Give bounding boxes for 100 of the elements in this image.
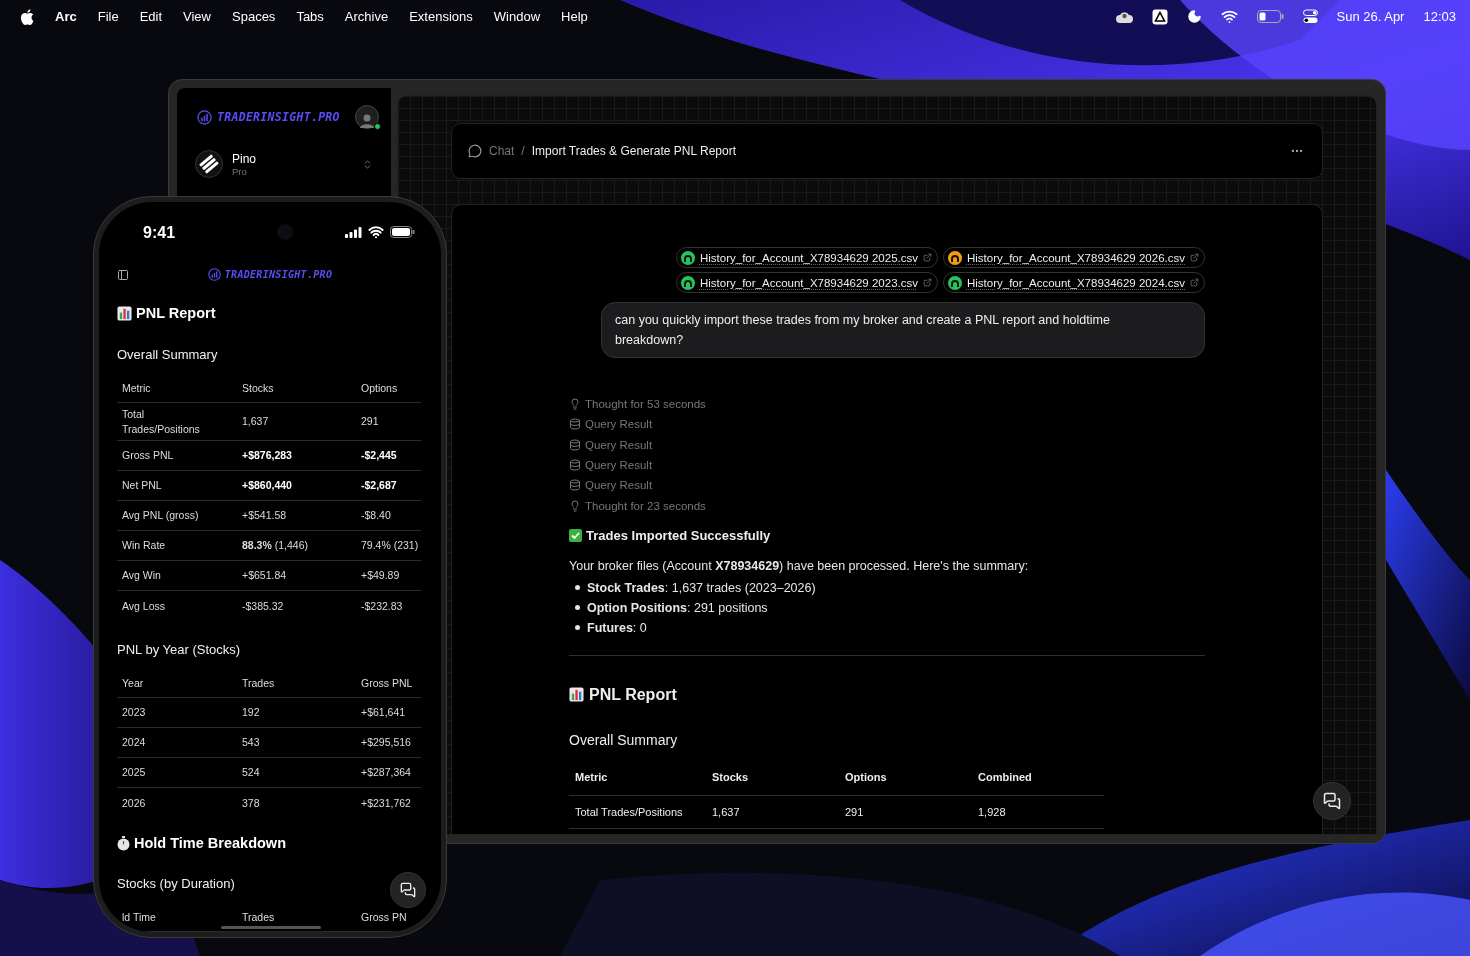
table-cell-text: Total Trades/Positions [574,805,684,818]
database-icon [569,418,581,431]
table-cell-text: 2024 [121,735,147,750]
table-cell-text: Net PNL [121,478,163,493]
file-name: History_for_Account_X78934629 2025.csv [699,251,918,264]
logo-text[interactable]: TRADERINSIGHT.PRO [224,269,333,281]
chat-button[interactable] [390,872,426,908]
bar-chart-icon [117,305,132,321]
breadcrumb-separator: / [521,144,525,158]
battery-icon [390,226,415,238]
file-name: History_for_Account_X78934629 2026.csv [967,251,1185,264]
table-cell-text: +$295,516 [360,735,412,750]
logo-text[interactable]: TRADERINSIGHT.PRO [217,110,340,124]
table-cell-text: -$2,687 [360,478,398,493]
column-header: Combined [977,771,1033,784]
table-cell-text: Win Rate [121,538,167,553]
table-cell-text: 2026 [121,795,147,811]
file-name: History_for_Account_X78934629 2023.csv [699,276,918,289]
step-row[interactable]: Query Result [569,475,1205,496]
step-row[interactable]: Query Result [569,434,1205,455]
column-header: Trades [241,676,276,691]
step-row[interactable]: Thought for 53 seconds [569,394,1205,415]
table-cell-text: +$651.84 [241,568,288,583]
step-row[interactable]: Query Result [569,414,1205,435]
workspace-name: Pino [232,151,258,166]
column-header: Options [360,381,399,396]
menu-item[interactable]: Archive [344,9,389,24]
column-header: Metric [574,771,609,784]
lightbulb-icon [569,499,581,512]
chat-icon [1323,792,1341,810]
lightbulb-icon [569,398,581,411]
chat-button[interactable] [1313,782,1351,820]
table-cell-text: +$231,762 [360,795,412,811]
user-message: can you quickly import these trades from my broker and create a PNL report and holdtime breakdown? [601,302,1205,358]
menu-item[interactable]: File [97,9,119,24]
menu-app-name[interactable]: Arc [55,9,77,24]
report-title: PNL Report [136,304,216,323]
report-title: PNL Report [589,684,677,705]
menu-item[interactable]: Window [493,9,541,24]
step-row[interactable]: Query Result [569,454,1205,476]
table-cell-text: 192 [241,705,261,720]
bullet-icon [575,625,580,631]
section-heading: Hold Time Breakdown [134,834,286,853]
breadcrumb-link[interactable]: Chat [489,144,515,158]
response-heading: Trades Imported Successfully [586,526,771,545]
wifi-icon[interactable] [1220,8,1238,25]
toggles-icon[interactable] [1302,9,1318,24]
column-header: Stocks [241,381,275,396]
menu-item[interactable]: Tabs [296,9,324,24]
file-name: History_for_Account_X78934629 2024.csv [967,276,1185,289]
person-icon [360,112,374,128]
database-icon [569,479,581,492]
table-cell-text: +$860,440 [241,478,293,493]
table-cell-text: -$2,445 [360,448,398,463]
menu-item[interactable]: View [183,9,211,24]
logo-icon [207,268,221,282]
avatar[interactable] [355,105,379,129]
table-cell-text: 1,637 [711,805,741,818]
cloud-icon[interactable] [1115,9,1133,24]
workspace-logo-icon [195,150,223,178]
column-header: Metric [121,381,152,396]
step-row[interactable]: Thought for 23 seconds [569,495,1205,516]
table-cell-text: 1,928 [977,805,1007,818]
section-title: Overall Summary [569,730,679,750]
bullet-icon [575,605,580,611]
moon-icon[interactable] [1186,9,1202,24]
table-cell-text: Gross PNL [121,448,175,463]
summary-bullet: Futures: 0 [587,619,647,637]
section-title: Stocks (by Duration) [117,875,235,893]
battery-icon[interactable] [1256,10,1284,23]
table-cell-text: Avg PNL (gross) [121,508,200,523]
column-header: Stocks [711,771,750,784]
chat-icon [400,882,416,898]
menu-item[interactable]: Edit [139,9,163,24]
menu-item[interactable]: Help [561,9,588,24]
logo-icon [197,109,212,125]
table-cell-text: +$61,641 [360,705,407,720]
menu-item[interactable]: Extensions [409,9,473,24]
summary-bullet: Option Positions: 291 positions [587,599,768,617]
sidebar-toggle-icon[interactable] [117,268,129,281]
table-cell-text: Avg Loss [121,598,166,614]
chat-bubble-icon [468,144,482,158]
table-cell-text: Avg Win [121,568,162,583]
table-cell-text: -$385.32 [241,598,285,614]
menu-bar-time[interactable]: 12:03 [1423,9,1456,24]
column-header: Options [844,771,888,784]
menu-item[interactable]: Spaces [232,9,276,24]
table-cell-text: 524 [241,765,261,780]
wifi-icon [368,224,384,240]
column-header: Year [121,676,145,691]
apple-icon[interactable] [20,8,34,25]
column-header: Trades [241,910,276,925]
table-cell-text: +$49.89 [360,568,401,583]
workspace-switcher[interactable]: Pino Pro [189,146,379,182]
menu-bar-date[interactable]: Sun 26. Apr [1336,9,1405,24]
summary-bullet: Stock Trades: 1,637 trades (2023–2026) [587,579,816,597]
table-cell-text: 88.3% (1,446) [241,538,309,553]
breadcrumb-title: Import Trades & Generate PNL Report [531,144,737,158]
table-cell-text: +$287,364 [360,765,412,780]
table-cell-text: Total Trades/Positions [121,406,201,437]
